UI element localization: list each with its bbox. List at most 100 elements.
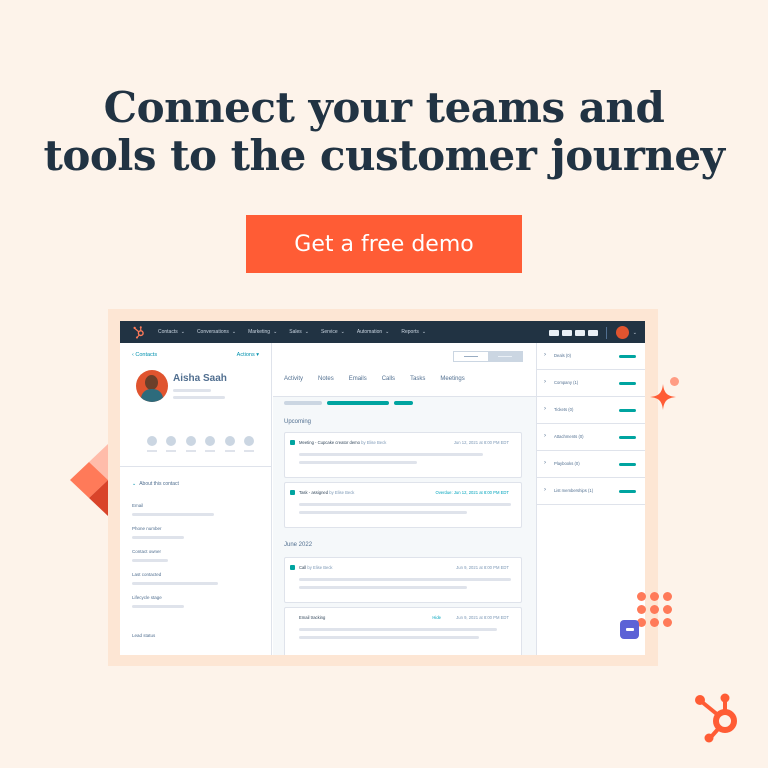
- nav-automation[interactable]: Automation ⌄: [357, 329, 390, 335]
- toggle-option-active[interactable]: [488, 352, 522, 361]
- nav-label: Service: [320, 329, 338, 335]
- placeholder-bar: [619, 382, 636, 385]
- association-company[interactable]: › Company (1): [537, 370, 645, 397]
- user-avatar[interactable]: [615, 326, 629, 339]
- section-june-2022: June 2022: [284, 542, 313, 548]
- property-owner-value[interactable]: [132, 559, 168, 562]
- placeholder-line: [146, 450, 157, 452]
- association-tickets[interactable]: › Tickets (0): [537, 397, 645, 424]
- actions-dropdown[interactable]: Actions ▾: [237, 352, 259, 358]
- view-toggle[interactable]: [453, 351, 523, 362]
- tab-calls[interactable]: Calls: [382, 376, 395, 382]
- nav-contacts[interactable]: Contacts ⌄: [158, 329, 185, 335]
- dot: [637, 605, 646, 614]
- chevron-right-icon: ›: [544, 352, 546, 358]
- property-lead-status-label: Lead status: [132, 633, 156, 638]
- quick-actions: [142, 436, 259, 452]
- placeholder-bar: [619, 355, 636, 358]
- nav-utility-button[interactable]: [548, 329, 559, 336]
- nav-label: Contacts: [158, 329, 178, 335]
- dot: [663, 605, 672, 614]
- nav-utility-button[interactable]: [574, 329, 585, 336]
- placeholder-line: [224, 450, 235, 452]
- association-list-memberships[interactable]: › List memberships (1): [537, 478, 645, 505]
- card-title-text: Meeting - Cupcake creator demo: [299, 440, 360, 445]
- tab-notes[interactable]: Notes: [318, 376, 334, 382]
- nav-utility-button[interactable]: [587, 329, 598, 336]
- association-label: Playbooks (0): [554, 461, 580, 466]
- about-label: About this contact: [139, 481, 179, 487]
- timeline-card[interactable]: Meeting - Cupcake creator demo by Elise …: [284, 432, 522, 478]
- placeholder-line: [299, 453, 483, 456]
- dot: [637, 592, 646, 601]
- nav-marketing[interactable]: Marketing ⌄: [248, 329, 277, 335]
- association-playbooks[interactable]: › Playbooks (0): [537, 451, 645, 478]
- placeholder-line: [299, 461, 417, 464]
- property-email-value[interactable]: [132, 513, 214, 516]
- nav-label: Conversations: [196, 329, 229, 335]
- nav-conversations[interactable]: Conversations ⌄: [197, 329, 236, 335]
- filter-pill[interactable]: [394, 401, 413, 405]
- timeline-filters: [284, 401, 418, 405]
- placeholder-line: [166, 450, 177, 452]
- hide-link[interactable]: Hide: [432, 615, 441, 620]
- property-lifecycle-value[interactable]: [132, 605, 184, 608]
- timeline-card[interactable]: Task - assigned by Elise Beck Overdue: J…: [284, 482, 522, 528]
- chevron-down-icon: ⌄: [132, 481, 137, 487]
- quick-action[interactable]: [181, 436, 201, 452]
- card-title-text: Task - assigned: [299, 490, 329, 495]
- chat-icon: [625, 628, 634, 631]
- quick-action[interactable]: [201, 436, 221, 452]
- association-deals[interactable]: › Deals (0): [537, 343, 645, 370]
- quick-action[interactable]: [142, 436, 162, 452]
- placeholder-line: [299, 503, 511, 506]
- card-author: by Elise Beck: [361, 440, 387, 445]
- filter-pill[interactable]: [284, 401, 322, 405]
- headline: Connect your teams and tools to the cust…: [0, 84, 768, 180]
- property-lifecycle-label: Lifecycle stage: [132, 595, 162, 600]
- nav-label: Reports: [401, 329, 419, 335]
- tab-emails[interactable]: Emails: [349, 376, 367, 382]
- placeholder-line: [464, 355, 478, 358]
- card-date: Jun 9, 2021 at 8:00 PM EDT: [456, 615, 509, 620]
- associations-panel: › Deals (0) › Company (1) › Tickets (0) …: [536, 343, 645, 655]
- action-circle-icon: [244, 436, 255, 446]
- chevron-down-icon: ⌄: [385, 329, 390, 335]
- get-free-demo-button[interactable]: Get a free demo: [246, 215, 522, 273]
- chevron-right-icon: ›: [544, 379, 546, 385]
- placeholder-line: [173, 396, 225, 399]
- placeholder-line: [185, 450, 196, 452]
- nav-utility-button[interactable]: [561, 329, 572, 336]
- filter-pill[interactable]: [327, 401, 389, 405]
- nav-reports[interactable]: Reports ⌄: [401, 329, 426, 335]
- placeholder-line: [299, 628, 497, 631]
- tab-tasks[interactable]: Tasks: [410, 376, 425, 382]
- timeline-card[interactable]: Call by Elise Beck Jun 9, 2021 at 8:00 P…: [284, 557, 522, 603]
- nav-label: Marketing: [248, 329, 271, 335]
- nav-service[interactable]: Service ⌄: [321, 329, 345, 335]
- timeline-card[interactable]: Email tracking Hide Jun 9, 2021 at 8:00 …: [284, 607, 522, 655]
- back-to-contacts-link[interactable]: ‹ Contacts: [132, 352, 157, 358]
- property-last-contacted-value[interactable]: [132, 582, 218, 585]
- tab-activity[interactable]: Activity: [284, 376, 303, 382]
- property-phone-value[interactable]: [132, 536, 184, 539]
- action-circle-icon: [146, 436, 157, 446]
- tab-meetings[interactable]: Meetings: [440, 376, 464, 382]
- nav-sales[interactable]: Sales ⌄: [289, 329, 309, 335]
- dot: [650, 618, 659, 627]
- quick-action[interactable]: [240, 436, 260, 452]
- about-section-toggle[interactable]: ⌄ About this contact: [132, 481, 179, 487]
- chevron-down-icon: ⌄: [231, 329, 237, 335]
- toggle-option[interactable]: [454, 352, 488, 361]
- card-date-overdue: Overdue: Jun 12, 2021 at 8:00 PM EDT: [435, 490, 509, 495]
- quick-action[interactable]: [220, 436, 240, 452]
- association-attachments[interactable]: › Attachments (0): [537, 424, 645, 451]
- chat-button[interactable]: [620, 620, 639, 639]
- hubspot-logo-icon[interactable]: [692, 688, 744, 744]
- action-circle-icon: [224, 436, 235, 446]
- chevron-down-icon: ⌄: [273, 329, 278, 335]
- dot: [663, 618, 672, 627]
- placeholder-bar: [619, 463, 636, 466]
- hubspot-sprocket-icon[interactable]: [132, 325, 146, 339]
- quick-action[interactable]: [162, 436, 182, 452]
